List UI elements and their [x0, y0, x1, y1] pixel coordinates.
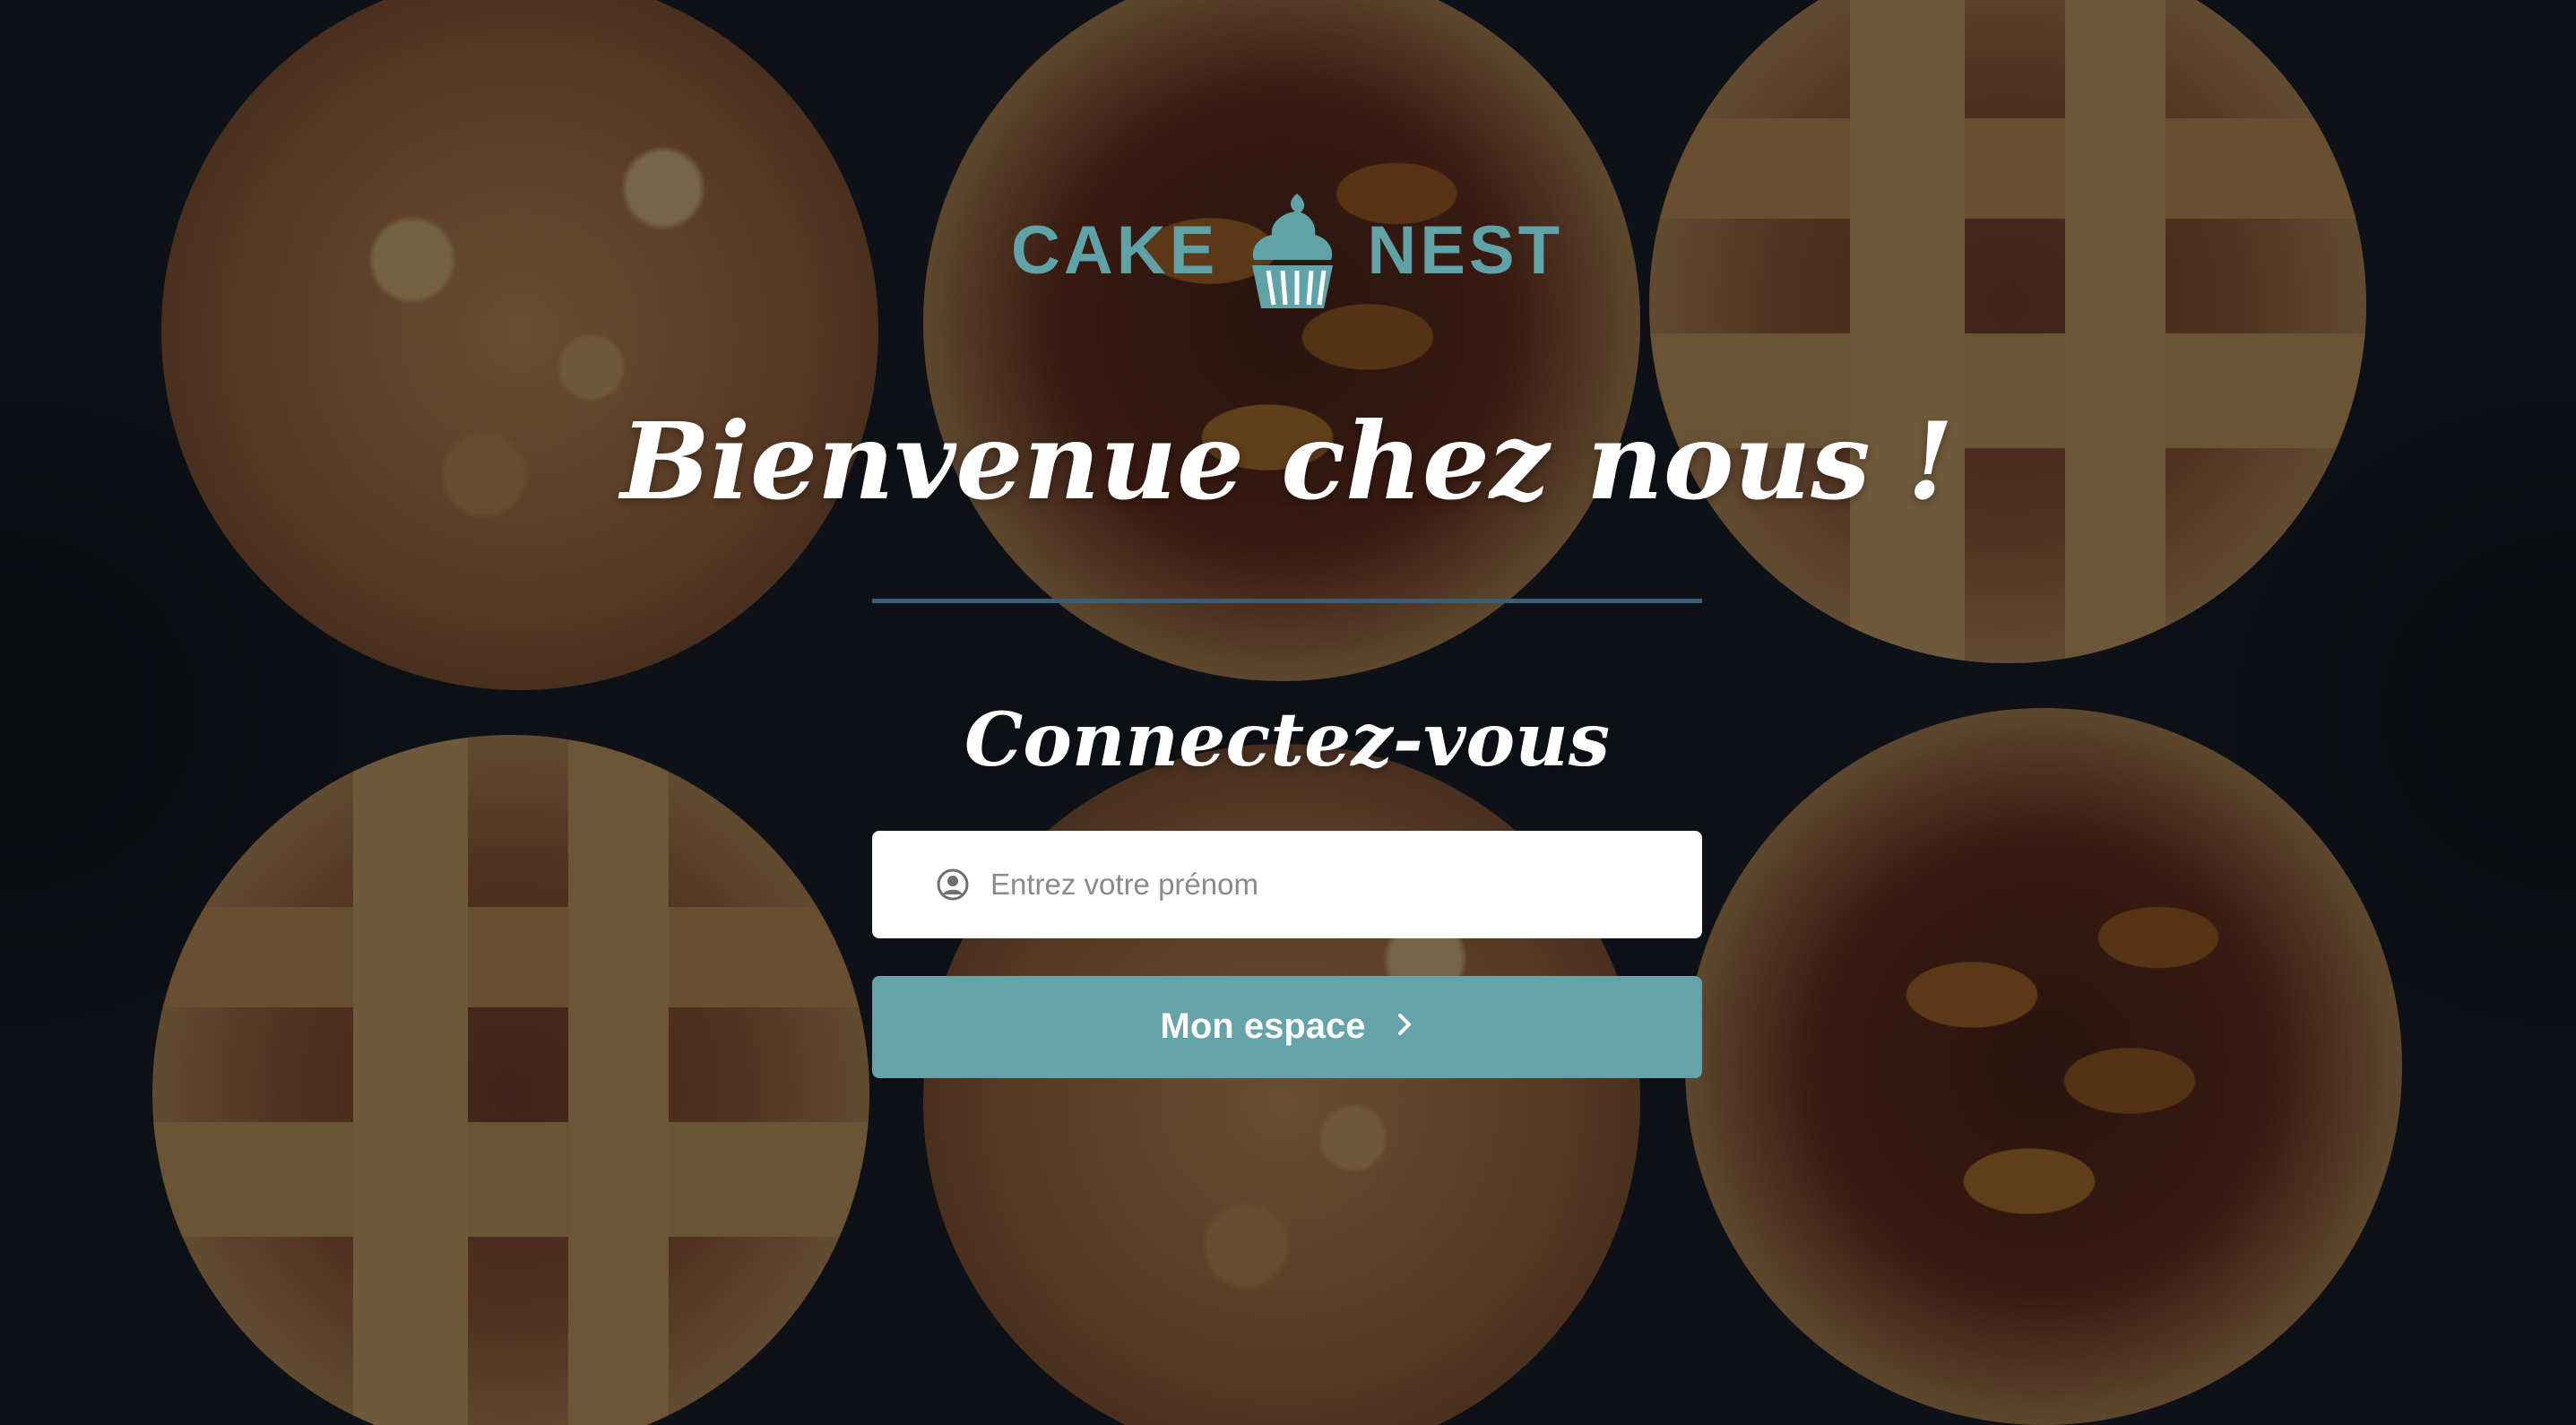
login-page: CAKE NEST Bienvenue chez nous ! Connecte… — [0, 0, 2576, 1425]
brand-name-right: NEST — [1367, 212, 1564, 289]
user-circle-icon — [937, 868, 969, 901]
first-name-input[interactable] — [989, 866, 1702, 902]
chevron-right-icon — [1396, 1011, 1413, 1043]
cupcake-icon — [1252, 194, 1334, 308]
welcome-heading: Bienvenue chez nous ! — [620, 399, 1954, 523]
my-space-button-label: Mon espace — [1160, 1006, 1366, 1047]
login-heading: Connectez-vous — [964, 696, 1611, 783]
my-space-button[interactable]: Mon espace — [872, 975, 1702, 1078]
brand-logo: CAKE NEST — [1011, 179, 1563, 323]
login-panel: CAKE NEST Bienvenue chez nous ! Connecte… — [620, 179, 1954, 1078]
section-divider — [872, 598, 1702, 603]
first-name-field[interactable] — [872, 830, 1702, 938]
brand-name-left: CAKE — [1010, 212, 1219, 289]
